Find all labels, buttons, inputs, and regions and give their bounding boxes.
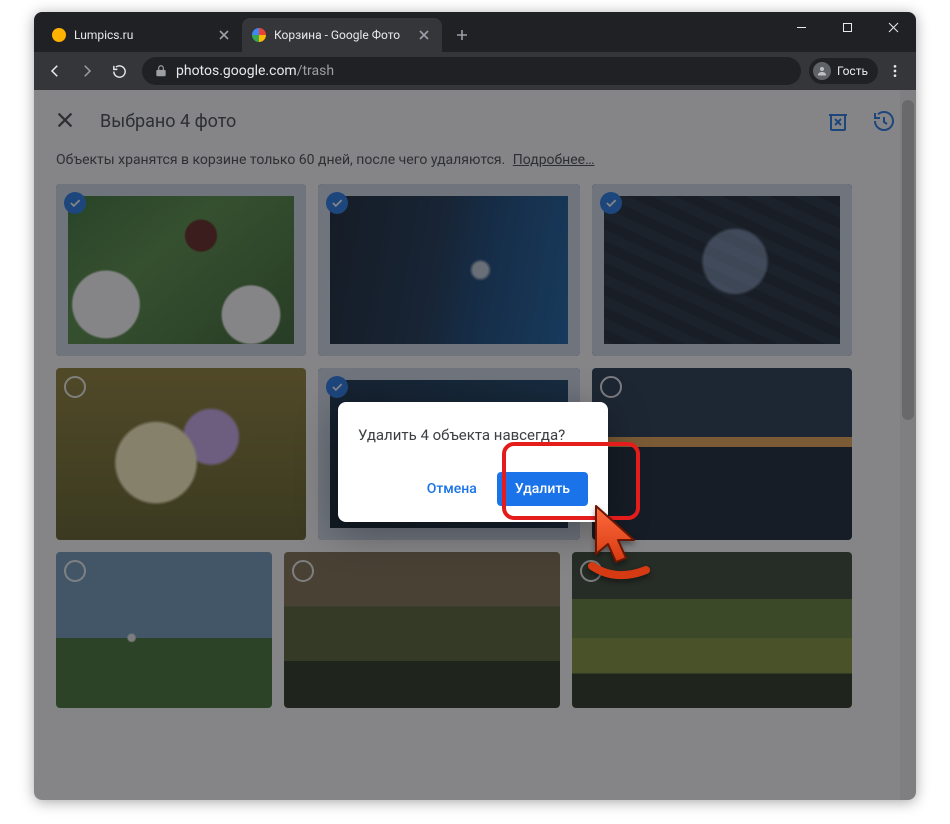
- tab-title: Корзина - Google Фото: [274, 28, 408, 42]
- toolbar: photos.google.com/trash Гость: [34, 52, 916, 90]
- cancel-button[interactable]: Отмена: [419, 473, 485, 505]
- tab-strip: Lumpics.ru Корзина - Google Фото: [34, 18, 476, 52]
- url-text: photos.google.com/trash: [176, 63, 334, 79]
- close-tab-icon[interactable]: [416, 27, 432, 43]
- tab-lumpics[interactable]: Lumpics.ru: [42, 18, 242, 52]
- favicon-google-photos: [252, 28, 266, 42]
- profile-chip[interactable]: Гость: [809, 58, 878, 84]
- chrome-menu-button[interactable]: [880, 56, 910, 86]
- lock-icon: [154, 64, 168, 78]
- delete-button[interactable]: Удалить: [497, 472, 588, 506]
- avatar-icon: [813, 62, 831, 80]
- nav-reload-button[interactable]: [104, 56, 134, 86]
- dialog-message: Удалить 4 объекта навсегда?: [358, 426, 588, 444]
- tab-title: Lumpics.ru: [74, 28, 208, 42]
- nav-forward-button[interactable]: [72, 56, 102, 86]
- new-tab-button[interactable]: [448, 21, 476, 49]
- window-close-button[interactable]: [870, 12, 916, 42]
- browser-window: Lumpics.ru Корзина - Google Фото: [34, 12, 916, 800]
- viewport: Lumpics.ru Корзина - Google Фото: [0, 0, 950, 824]
- window-maximize-button[interactable]: [824, 12, 870, 42]
- profile-label: Гость: [837, 64, 868, 78]
- nav-back-button[interactable]: [40, 56, 70, 86]
- tab-google-photos-trash[interactable]: Корзина - Google Фото: [242, 18, 442, 52]
- page-content: Выбрано 4 фото Объекты хранятся в корзин…: [34, 90, 916, 800]
- window-minimize-button[interactable]: [778, 12, 824, 42]
- close-tab-icon[interactable]: [216, 27, 232, 43]
- confirm-delete-dialog: Удалить 4 объекта навсегда? Отмена Удали…: [338, 402, 608, 522]
- address-bar[interactable]: photos.google.com/trash: [142, 57, 801, 85]
- titlebar: Lumpics.ru Корзина - Google Фото: [34, 12, 916, 52]
- favicon-lumpics: [52, 28, 66, 42]
- dialog-actions: Отмена Удалить: [358, 472, 588, 506]
- window-controls: [778, 12, 916, 44]
